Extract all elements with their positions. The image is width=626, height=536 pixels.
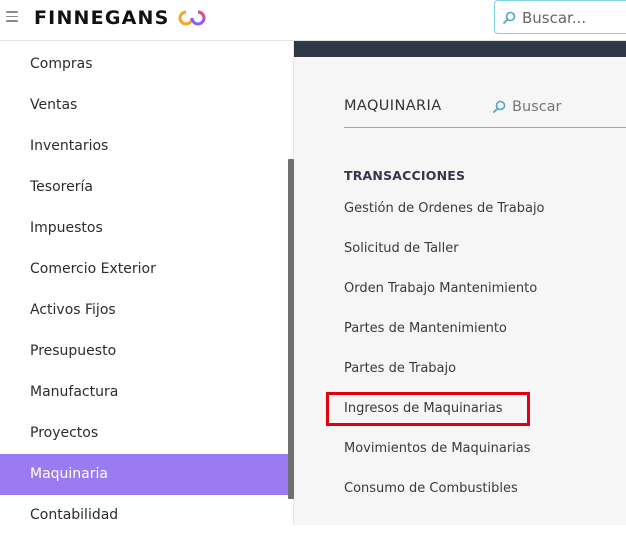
sidebar-item-tesoreria[interactable]: Tesorería: [0, 167, 288, 208]
sidebar-item-maquinaria[interactable]: Maquinaria: [0, 454, 288, 495]
link-orden-trabajo-mantenimiento[interactable]: Orden Trabajo Mantenimiento: [344, 281, 537, 296]
sidebar: Compras Ventas Inventarios Tesorería Imp…: [0, 41, 294, 525]
sidebar-item-comercio-exterior[interactable]: Comercio Exterior: [0, 249, 288, 290]
sidebar-item-manufactura[interactable]: Manufactura: [0, 372, 288, 413]
sidebar-item-activos-fijos[interactable]: Activos Fijos: [0, 290, 288, 331]
link-gestion-ordenes-trabajo[interactable]: Gestión de Ordenes de Trabajo: [344, 201, 545, 216]
sidebar-item-compras[interactable]: Compras: [0, 44, 288, 85]
link-partes-trabajo[interactable]: Partes de Trabajo: [344, 361, 456, 376]
hamburger-icon[interactable]: [6, 11, 18, 23]
header-strip: [294, 41, 626, 57]
sidebar-item-impuestos[interactable]: Impuestos: [0, 208, 288, 249]
link-partes-mantenimiento[interactable]: Partes de Mantenimiento: [344, 321, 507, 336]
sidebar-item-ventas[interactable]: Ventas: [0, 85, 288, 126]
link-movimientos-maquinarias[interactable]: Movimientos de Maquinarias: [344, 441, 531, 456]
sidebar-item-proyectos[interactable]: Proyectos: [0, 413, 288, 454]
search-icon: [492, 100, 506, 114]
title-underline: [344, 127, 626, 128]
sidebar-item-presupuesto[interactable]: Presupuesto: [0, 331, 288, 372]
main-panel: MAQUINARIA TRANSACCIONES Gestión de Orde…: [294, 41, 626, 525]
global-search[interactable]: [494, 0, 626, 34]
search-icon: [502, 11, 516, 25]
module-search-input[interactable]: [512, 96, 624, 118]
global-search-input[interactable]: [522, 7, 626, 29]
top-bar: FINNEGANS: [0, 0, 626, 41]
infinity-logo-icon: [178, 10, 206, 26]
module-title: MAQUINARIA: [344, 98, 442, 114]
sidebar-item-inventarios[interactable]: Inventarios: [0, 126, 288, 167]
link-consumo-combustibles[interactable]: Consumo de Combustibles: [344, 481, 518, 496]
link-solicitud-taller[interactable]: Solicitud de Taller: [344, 241, 459, 256]
sidebar-item-contabilidad[interactable]: Contabilidad: [0, 495, 288, 536]
highlight-box: [326, 392, 530, 426]
section-title: TRANSACCIONES: [344, 168, 466, 183]
brand-name: FINNEGANS: [34, 7, 170, 29]
